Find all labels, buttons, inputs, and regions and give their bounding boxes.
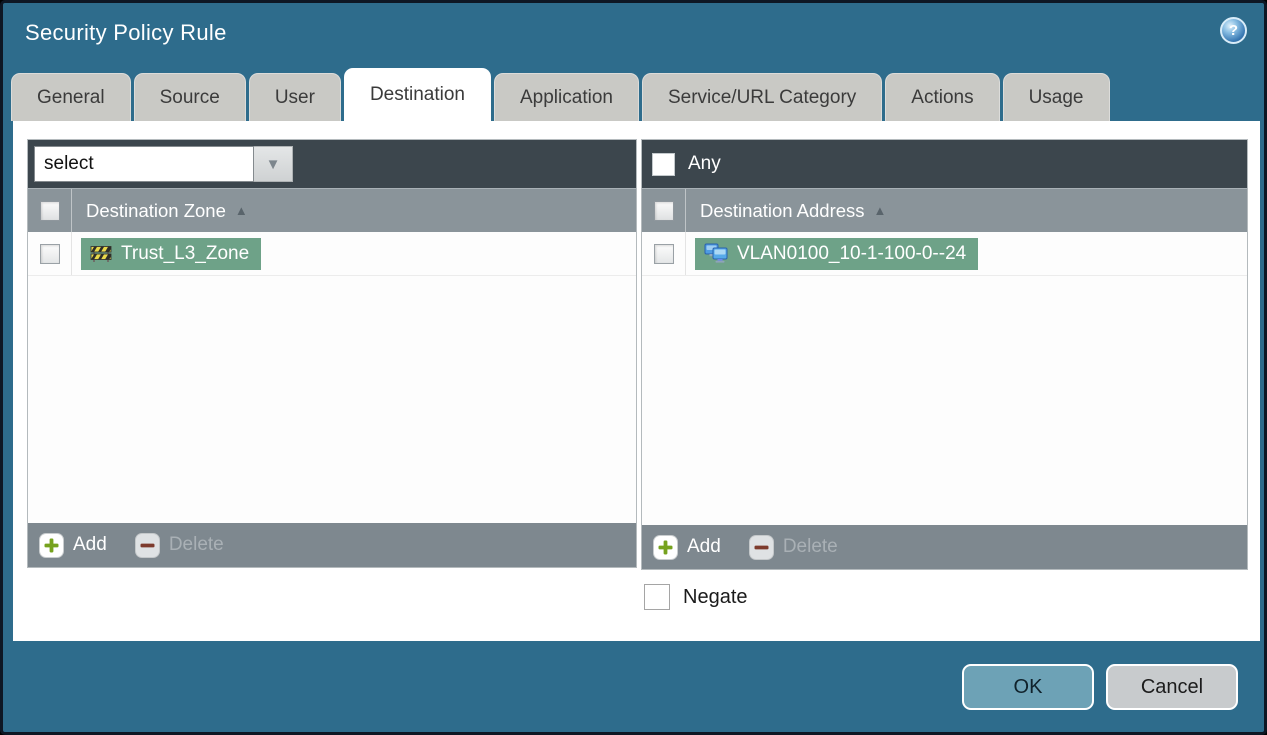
address-icon: [704, 243, 728, 263]
tab-source[interactable]: Source: [133, 73, 246, 121]
zone-column-header-row: Destination Zone ▲: [28, 188, 636, 232]
address-select-all-checkbox[interactable]: [653, 200, 674, 221]
negate-option: Negate: [644, 584, 748, 610]
zone-row-checkbox[interactable]: [39, 243, 60, 264]
delete-minus-icon: [748, 534, 774, 560]
zone-item-label: Trust_L3_Zone: [121, 242, 250, 264]
address-delete-button[interactable]: Delete: [748, 534, 838, 560]
zone-select-input[interactable]: select: [34, 146, 254, 182]
zone-select-dropdown-button[interactable]: ▼: [254, 146, 293, 182]
zone-select-all-checkbox[interactable]: [39, 200, 60, 221]
tab-application[interactable]: Application: [494, 73, 639, 121]
address-delete-label: Delete: [782, 536, 838, 557]
destination-zone-panel: select ▼ Destination Zone ▲ Trust_L3_Zon…: [27, 139, 637, 568]
address-add-label: Add: [687, 536, 721, 557]
address-row-checkbox[interactable]: [653, 243, 674, 264]
zone-icon: [90, 246, 112, 262]
add-plus-icon: [39, 532, 64, 558]
address-column-header[interactable]: Destination Address: [700, 200, 865, 222]
address-panel-footer: Add Delete: [642, 525, 1247, 569]
zone-row-checkbox-cell: [28, 232, 72, 275]
destination-address-panel: Any Destination Address ▲ VLAN0100_10-1-…: [641, 139, 1248, 570]
title-bar: Security Policy Rule ?: [3, 3, 1264, 65]
table-row: Trust_L3_Zone: [28, 232, 636, 276]
address-item-vlan0100[interactable]: VLAN0100_10-1-100-0--24: [695, 237, 979, 270]
zone-delete-button[interactable]: Delete: [134, 532, 224, 558]
address-panel-toolbar: Any: [642, 140, 1247, 188]
dialog-title: Security Policy Rule: [25, 20, 227, 45]
zone-column-header[interactable]: Destination Zone: [86, 200, 226, 222]
help-icon[interactable]: ?: [1220, 17, 1247, 44]
zone-select-all-cell: [28, 189, 72, 232]
zone-add-button[interactable]: Add: [39, 532, 107, 558]
zone-panel-toolbar: select ▼: [28, 140, 636, 188]
zone-add-label: Add: [73, 534, 107, 555]
destination-tab-content: select ▼ Destination Zone ▲ Trust_L3_Zon…: [13, 121, 1260, 641]
zone-item-trust-l3-zone[interactable]: Trust_L3_Zone: [81, 237, 262, 270]
any-label: Any: [688, 153, 721, 174]
security-policy-rule-dialog: Security Policy Rule ? General Source Us…: [0, 0, 1267, 735]
any-checkbox[interactable]: [652, 152, 675, 176]
address-add-button[interactable]: Add: [653, 534, 721, 560]
sort-ascending-icon[interactable]: ▲: [235, 203, 248, 218]
chevron-down-icon: ▼: [265, 155, 281, 173]
table-row: VLAN0100_10-1-100-0--24: [642, 232, 1247, 276]
zone-panel-footer: Add Delete: [28, 523, 636, 567]
add-plus-icon: [653, 534, 678, 560]
tab-bar: General Source User Destination Applicat…: [11, 68, 1256, 121]
zone-list: Trust_L3_Zone: [28, 232, 636, 523]
negate-checkbox[interactable]: [644, 584, 670, 610]
sort-ascending-icon[interactable]: ▲: [874, 203, 887, 218]
address-select-all-cell: [642, 189, 686, 232]
tab-usage[interactable]: Usage: [1002, 73, 1110, 121]
tab-service-url-category[interactable]: Service/URL Category: [641, 73, 883, 121]
tab-user[interactable]: User: [248, 73, 341, 121]
tab-destination[interactable]: Destination: [343, 68, 491, 121]
delete-minus-icon: [134, 532, 160, 558]
tab-general[interactable]: General: [11, 73, 131, 121]
zone-select-combo: select ▼: [34, 146, 293, 182]
address-list: VLAN0100_10-1-100-0--24: [642, 232, 1247, 525]
negate-label: Negate: [683, 585, 748, 608]
zone-delete-label: Delete: [168, 534, 224, 555]
address-column-header-row: Destination Address ▲: [642, 188, 1247, 232]
cancel-button[interactable]: Cancel: [1106, 664, 1238, 710]
address-row-checkbox-cell: [642, 232, 686, 275]
ok-button[interactable]: OK: [962, 664, 1094, 710]
tab-actions[interactable]: Actions: [885, 73, 1000, 121]
address-item-label: VLAN0100_10-1-100-0--24: [737, 242, 967, 264]
